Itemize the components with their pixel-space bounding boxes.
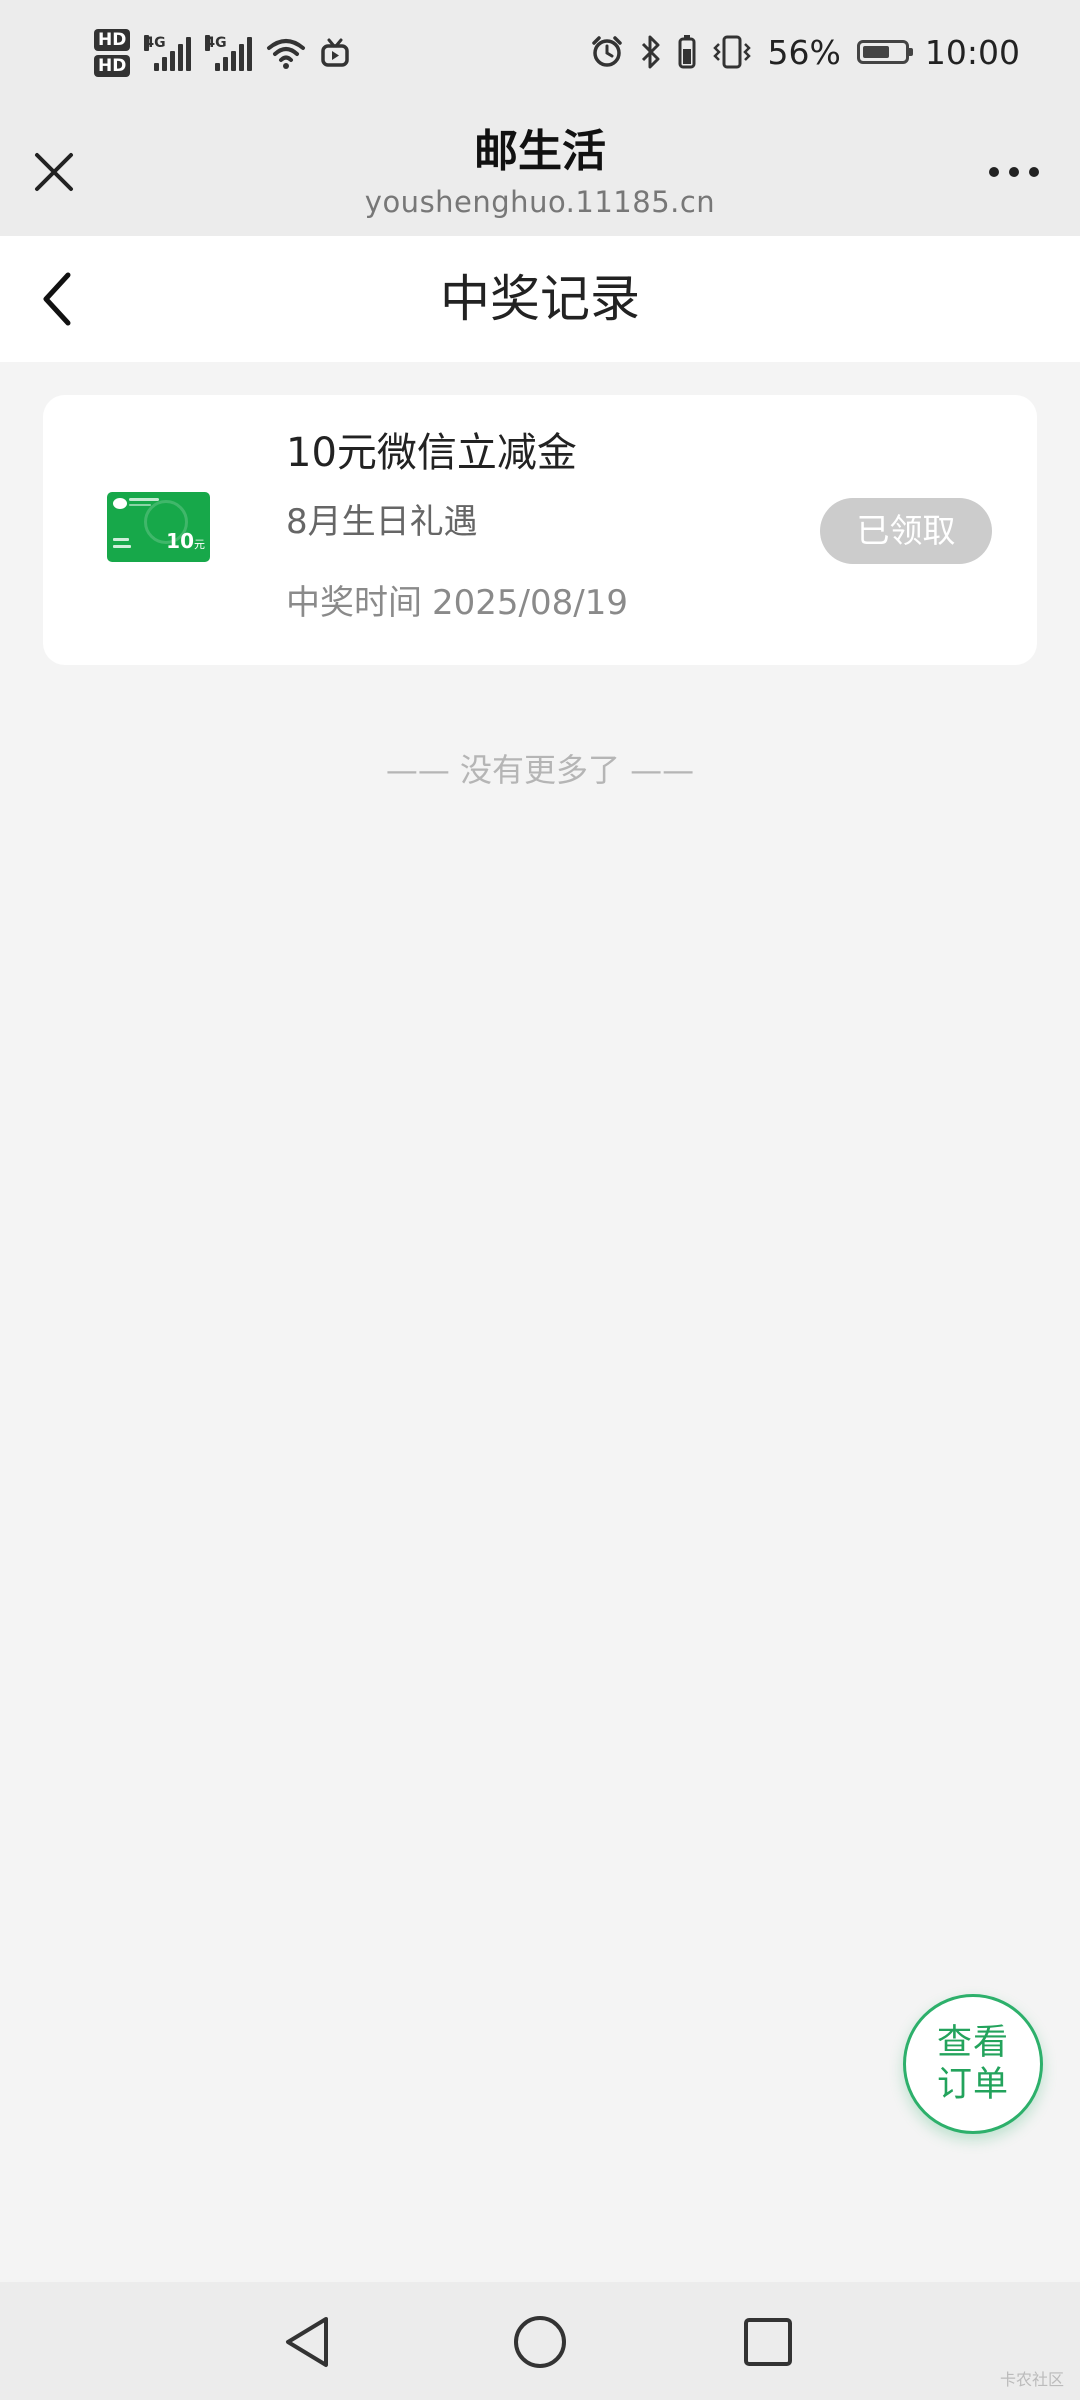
prize-time-value: 2025/08/19 <box>432 583 628 623</box>
list-end-text: —— 没有更多了 —— <box>385 751 695 789</box>
bluetooth-icon <box>641 35 660 69</box>
coupon-amount-value: 10 <box>166 529 194 553</box>
signal-2-icon: 4G <box>205 35 253 71</box>
signal-1-icon: 4G <box>144 35 192 71</box>
prize-time: 中奖时间 2025/08/19 <box>286 581 628 625</box>
more-dot-icon <box>1029 167 1039 177</box>
more-options-button[interactable] <box>968 140 1060 204</box>
prize-record-card[interactable]: 10元 10元微信立减金 8月生日礼遇 中奖时间 2025/08/19 已领取 <box>43 395 1037 665</box>
square-recents-icon <box>744 2318 792 2366</box>
coupon-amount-unit: 元 <box>194 538 205 551</box>
hd-indicators: HD HD <box>94 29 131 77</box>
status-bar-right: 56% 10:00 <box>590 22 1020 82</box>
coupon-label-line <box>113 545 131 548</box>
tv-app-icon <box>321 38 350 67</box>
system-navigation-bar: 卡农社区 <box>0 2282 1080 2400</box>
wifi-icon <box>267 39 306 69</box>
watermark: 卡农社区 <box>999 2370 1064 2389</box>
prize-time-label: 中奖时间 <box>286 583 422 623</box>
view-orders-line1: 查看 <box>936 2023 1009 2063</box>
page: HD HD 4G 4G 56% 10:00 邮生活 youshenghuo.11… <box>0 0 1080 2400</box>
logo-text-line <box>129 498 159 501</box>
battery-percent: 56% <box>767 32 841 72</box>
network-2-label: 4G <box>205 35 227 51</box>
alarm-icon <box>591 36 622 67</box>
nav-recents-button[interactable] <box>730 2304 806 2380</box>
wechat-pay-logo-icon <box>113 498 127 509</box>
battery-saver-icon <box>678 35 696 69</box>
triangle-back-icon <box>286 2317 328 2367</box>
network-1-label: 4G <box>144 35 166 51</box>
vibrate-icon <box>712 35 751 69</box>
status-bar-left: HD HD 4G 4G <box>94 18 350 88</box>
coupon-label-line <box>113 538 129 541</box>
nav-back-button[interactable] <box>270 2304 346 2380</box>
circle-home-icon <box>514 2316 566 2368</box>
logo-text-line <box>129 504 151 506</box>
wechat-coupon-thumbnail: 10元 <box>107 492 210 562</box>
nav-home-button[interactable] <box>502 2304 578 2380</box>
clock: 10:00 <box>924 32 1020 72</box>
more-dot-icon <box>989 167 999 177</box>
page-nav-bar: 中奖记录 <box>0 236 1080 362</box>
prize-title: 10元微信立减金 <box>286 430 577 476</box>
site-url: youshenghuo.11185.cn <box>364 185 716 219</box>
hd-1-icon: HD <box>94 29 131 51</box>
hd-2-icon: HD <box>94 55 131 77</box>
browser-header: 邮生活 youshenghuo.11185.cn <box>0 104 1080 236</box>
claimed-status-button[interactable]: 已领取 <box>820 498 992 564</box>
coupon-amount: 10元 <box>166 530 205 556</box>
site-title: 邮生活 <box>474 126 606 177</box>
view-orders-line2: 订单 <box>936 2065 1009 2105</box>
status-bar: HD HD 4G 4G 56% 10:00 <box>0 0 1080 104</box>
view-orders-button[interactable]: 查看 订单 <box>903 1994 1043 2134</box>
more-dot-icon <box>1009 167 1019 177</box>
page-title: 中奖记录 <box>440 270 640 328</box>
battery-icon <box>856 40 913 64</box>
prize-subtitle: 8月生日礼遇 <box>286 502 478 542</box>
